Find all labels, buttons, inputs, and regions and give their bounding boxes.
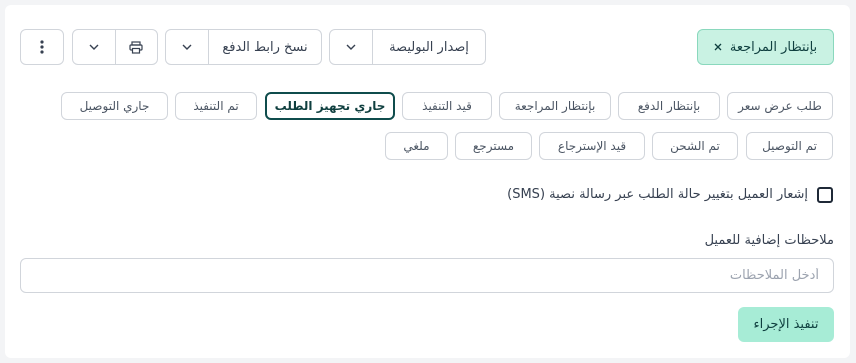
status-chip[interactable]: مسترجع	[455, 132, 532, 160]
more-vertical-icon	[40, 40, 44, 54]
status-chip[interactable]: بإنتظار المراجعة	[499, 92, 611, 120]
status-chip[interactable]: طلب عرض سعر	[727, 92, 833, 120]
status-chip-label: تم التنفيذ	[193, 99, 239, 113]
print-button[interactable]	[115, 30, 157, 64]
status-chip[interactable]: قيد التنفيذ	[402, 92, 492, 120]
chevron-down-icon	[182, 44, 192, 50]
status-chip-label: جاري التوصيل	[79, 99, 150, 113]
status-chip[interactable]: ملغي	[385, 132, 448, 160]
status-chip-label: قيد الإسترجاع	[557, 139, 627, 153]
status-chip-label: تم الشحن	[670, 139, 720, 153]
execute-action-label: تنفيذ الإجراء	[753, 317, 819, 332]
status-chip-label: مسترجع	[472, 139, 515, 153]
copy-payment-link-button[interactable]: نسخ رابط الدفع	[209, 30, 321, 64]
status-chip[interactable]: بإنتظار الدفع	[618, 92, 720, 120]
printer-icon	[129, 40, 143, 54]
status-chip-label: جاري تجهيز الطلب	[274, 99, 386, 113]
issue-policy-button[interactable]: إصدار البوليصة	[373, 30, 485, 64]
notes-input[interactable]	[20, 258, 834, 293]
print-options-toggle[interactable]	[73, 30, 115, 64]
notify-sms-checkbox[interactable]	[817, 187, 833, 203]
copy-payment-link-options-toggle[interactable]	[166, 30, 208, 64]
status-chip[interactable]: جاري التوصيل	[61, 92, 168, 120]
execute-action-button[interactable]: تنفيذ الإجراء	[738, 307, 834, 342]
copy-payment-link-group: نسخ رابط الدفع	[165, 29, 322, 65]
chevron-down-icon	[89, 44, 99, 50]
status-chip-label: ملغي	[403, 139, 430, 153]
notes-label: ملاحظات إضافية للعميل	[704, 233, 834, 248]
current-status-pill[interactable]: بإنتظار المراجعة	[697, 29, 834, 65]
close-icon[interactable]	[714, 43, 722, 51]
issue-policy-group: إصدار البوليصة	[329, 29, 486, 65]
issue-policy-options-toggle[interactable]	[330, 30, 372, 64]
status-chip-label: بإنتظار المراجعة	[514, 99, 596, 113]
status-chip-label: بإنتظار الدفع	[637, 99, 701, 113]
status-chip-label: طلب عرض سعر	[738, 99, 822, 113]
more-actions-button[interactable]	[20, 29, 64, 65]
status-chip[interactable]: تم التنفيذ	[175, 92, 257, 120]
copy-payment-link-label: نسخ رابط الدفع	[222, 39, 308, 55]
notify-sms-label: إشعار العميل بتغيير حالة الطلب عبر رسالة…	[507, 187, 808, 202]
print-button-group	[72, 29, 158, 65]
current-status-label: بإنتظار المراجعة	[729, 39, 818, 55]
status-chip-label: تم التوصيل	[762, 139, 817, 153]
chevron-down-icon	[346, 44, 356, 50]
status-chip[interactable]: تم التوصيل	[746, 132, 833, 160]
status-chip-label: قيد التنفيذ	[422, 99, 472, 113]
issue-policy-label: إصدار البوليصة	[389, 39, 469, 55]
status-chip[interactable]: قيد الإسترجاع	[539, 132, 645, 160]
status-chip-active[interactable]: جاري تجهيز الطلب	[265, 92, 395, 120]
status-chip[interactable]: تم الشحن	[652, 132, 738, 160]
